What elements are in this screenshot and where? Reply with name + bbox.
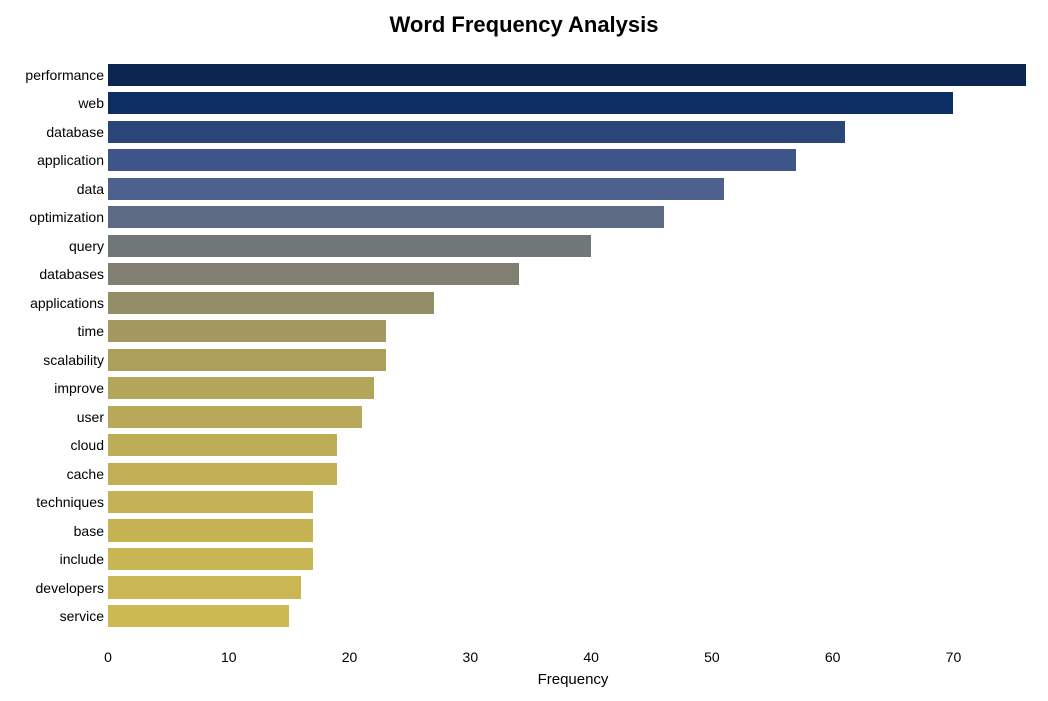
bar-row bbox=[108, 434, 337, 456]
x-tick-label: 50 bbox=[704, 649, 720, 665]
bar bbox=[108, 149, 796, 171]
bar bbox=[108, 491, 313, 513]
y-tick-label: query bbox=[69, 235, 104, 257]
x-tick-label: 60 bbox=[825, 649, 841, 665]
y-tick-label: base bbox=[74, 520, 104, 542]
y-tick-label: cache bbox=[67, 463, 104, 485]
bar bbox=[108, 64, 1026, 86]
y-tick-label: developers bbox=[36, 577, 105, 599]
bar-row bbox=[108, 121, 845, 143]
bar bbox=[108, 463, 337, 485]
x-tick-label: 20 bbox=[342, 649, 358, 665]
bar bbox=[108, 320, 386, 342]
bar-row bbox=[108, 605, 289, 627]
bar-row bbox=[108, 519, 313, 541]
bar-row bbox=[108, 149, 796, 171]
bar-row bbox=[108, 235, 591, 257]
bar-row bbox=[108, 463, 337, 485]
bar bbox=[108, 406, 362, 428]
y-tick-label: application bbox=[37, 149, 104, 171]
plot-area bbox=[108, 38, 1038, 642]
bar bbox=[108, 349, 386, 371]
bar-row bbox=[108, 263, 519, 285]
bar-row bbox=[108, 178, 724, 200]
x-tick-label: 40 bbox=[583, 649, 599, 665]
y-tick-label: performance bbox=[25, 64, 104, 86]
chart-container: Word Frequency Analysis 010203040506070 … bbox=[0, 0, 1048, 701]
x-tick-label: 10 bbox=[221, 649, 237, 665]
bar bbox=[108, 605, 289, 627]
y-tick-label: techniques bbox=[36, 491, 104, 513]
y-tick-label: user bbox=[77, 406, 104, 428]
bar bbox=[108, 92, 953, 114]
y-tick-label: include bbox=[60, 548, 104, 570]
bar-row bbox=[108, 576, 301, 598]
bar bbox=[108, 434, 337, 456]
bar-row bbox=[108, 491, 313, 513]
bar-row bbox=[108, 206, 664, 228]
bar-row bbox=[108, 406, 362, 428]
bar-row bbox=[108, 292, 434, 314]
y-tick-label: cloud bbox=[71, 434, 104, 456]
bar-row bbox=[108, 92, 953, 114]
bar-row bbox=[108, 349, 386, 371]
bar-row bbox=[108, 64, 1026, 86]
y-tick-label: web bbox=[78, 92, 104, 114]
bar-row bbox=[108, 548, 313, 570]
chart-title: Word Frequency Analysis bbox=[8, 12, 1040, 38]
y-tick-label: databases bbox=[39, 263, 104, 285]
bar bbox=[108, 178, 724, 200]
bar bbox=[108, 548, 313, 570]
x-tick-label: 70 bbox=[946, 649, 962, 665]
x-tick-label: 30 bbox=[463, 649, 479, 665]
bar bbox=[108, 292, 434, 314]
y-tick-label: database bbox=[46, 121, 104, 143]
bar bbox=[108, 519, 313, 541]
y-tick-label: applications bbox=[30, 292, 104, 314]
y-tick-label: service bbox=[60, 605, 104, 627]
bar bbox=[108, 206, 664, 228]
y-tick-label: improve bbox=[54, 377, 104, 399]
bar bbox=[108, 263, 519, 285]
bar bbox=[108, 576, 301, 598]
bar-row bbox=[108, 320, 386, 342]
bar bbox=[108, 377, 374, 399]
y-tick-label: scalability bbox=[43, 349, 104, 371]
bar bbox=[108, 235, 591, 257]
y-tick-label: time bbox=[78, 320, 104, 342]
y-tick-label: data bbox=[77, 178, 104, 200]
y-tick-label: optimization bbox=[29, 206, 104, 228]
x-axis-label: Frequency bbox=[108, 671, 1038, 688]
x-tick-label: 0 bbox=[104, 649, 112, 665]
bar-row bbox=[108, 377, 374, 399]
bar bbox=[108, 121, 845, 143]
